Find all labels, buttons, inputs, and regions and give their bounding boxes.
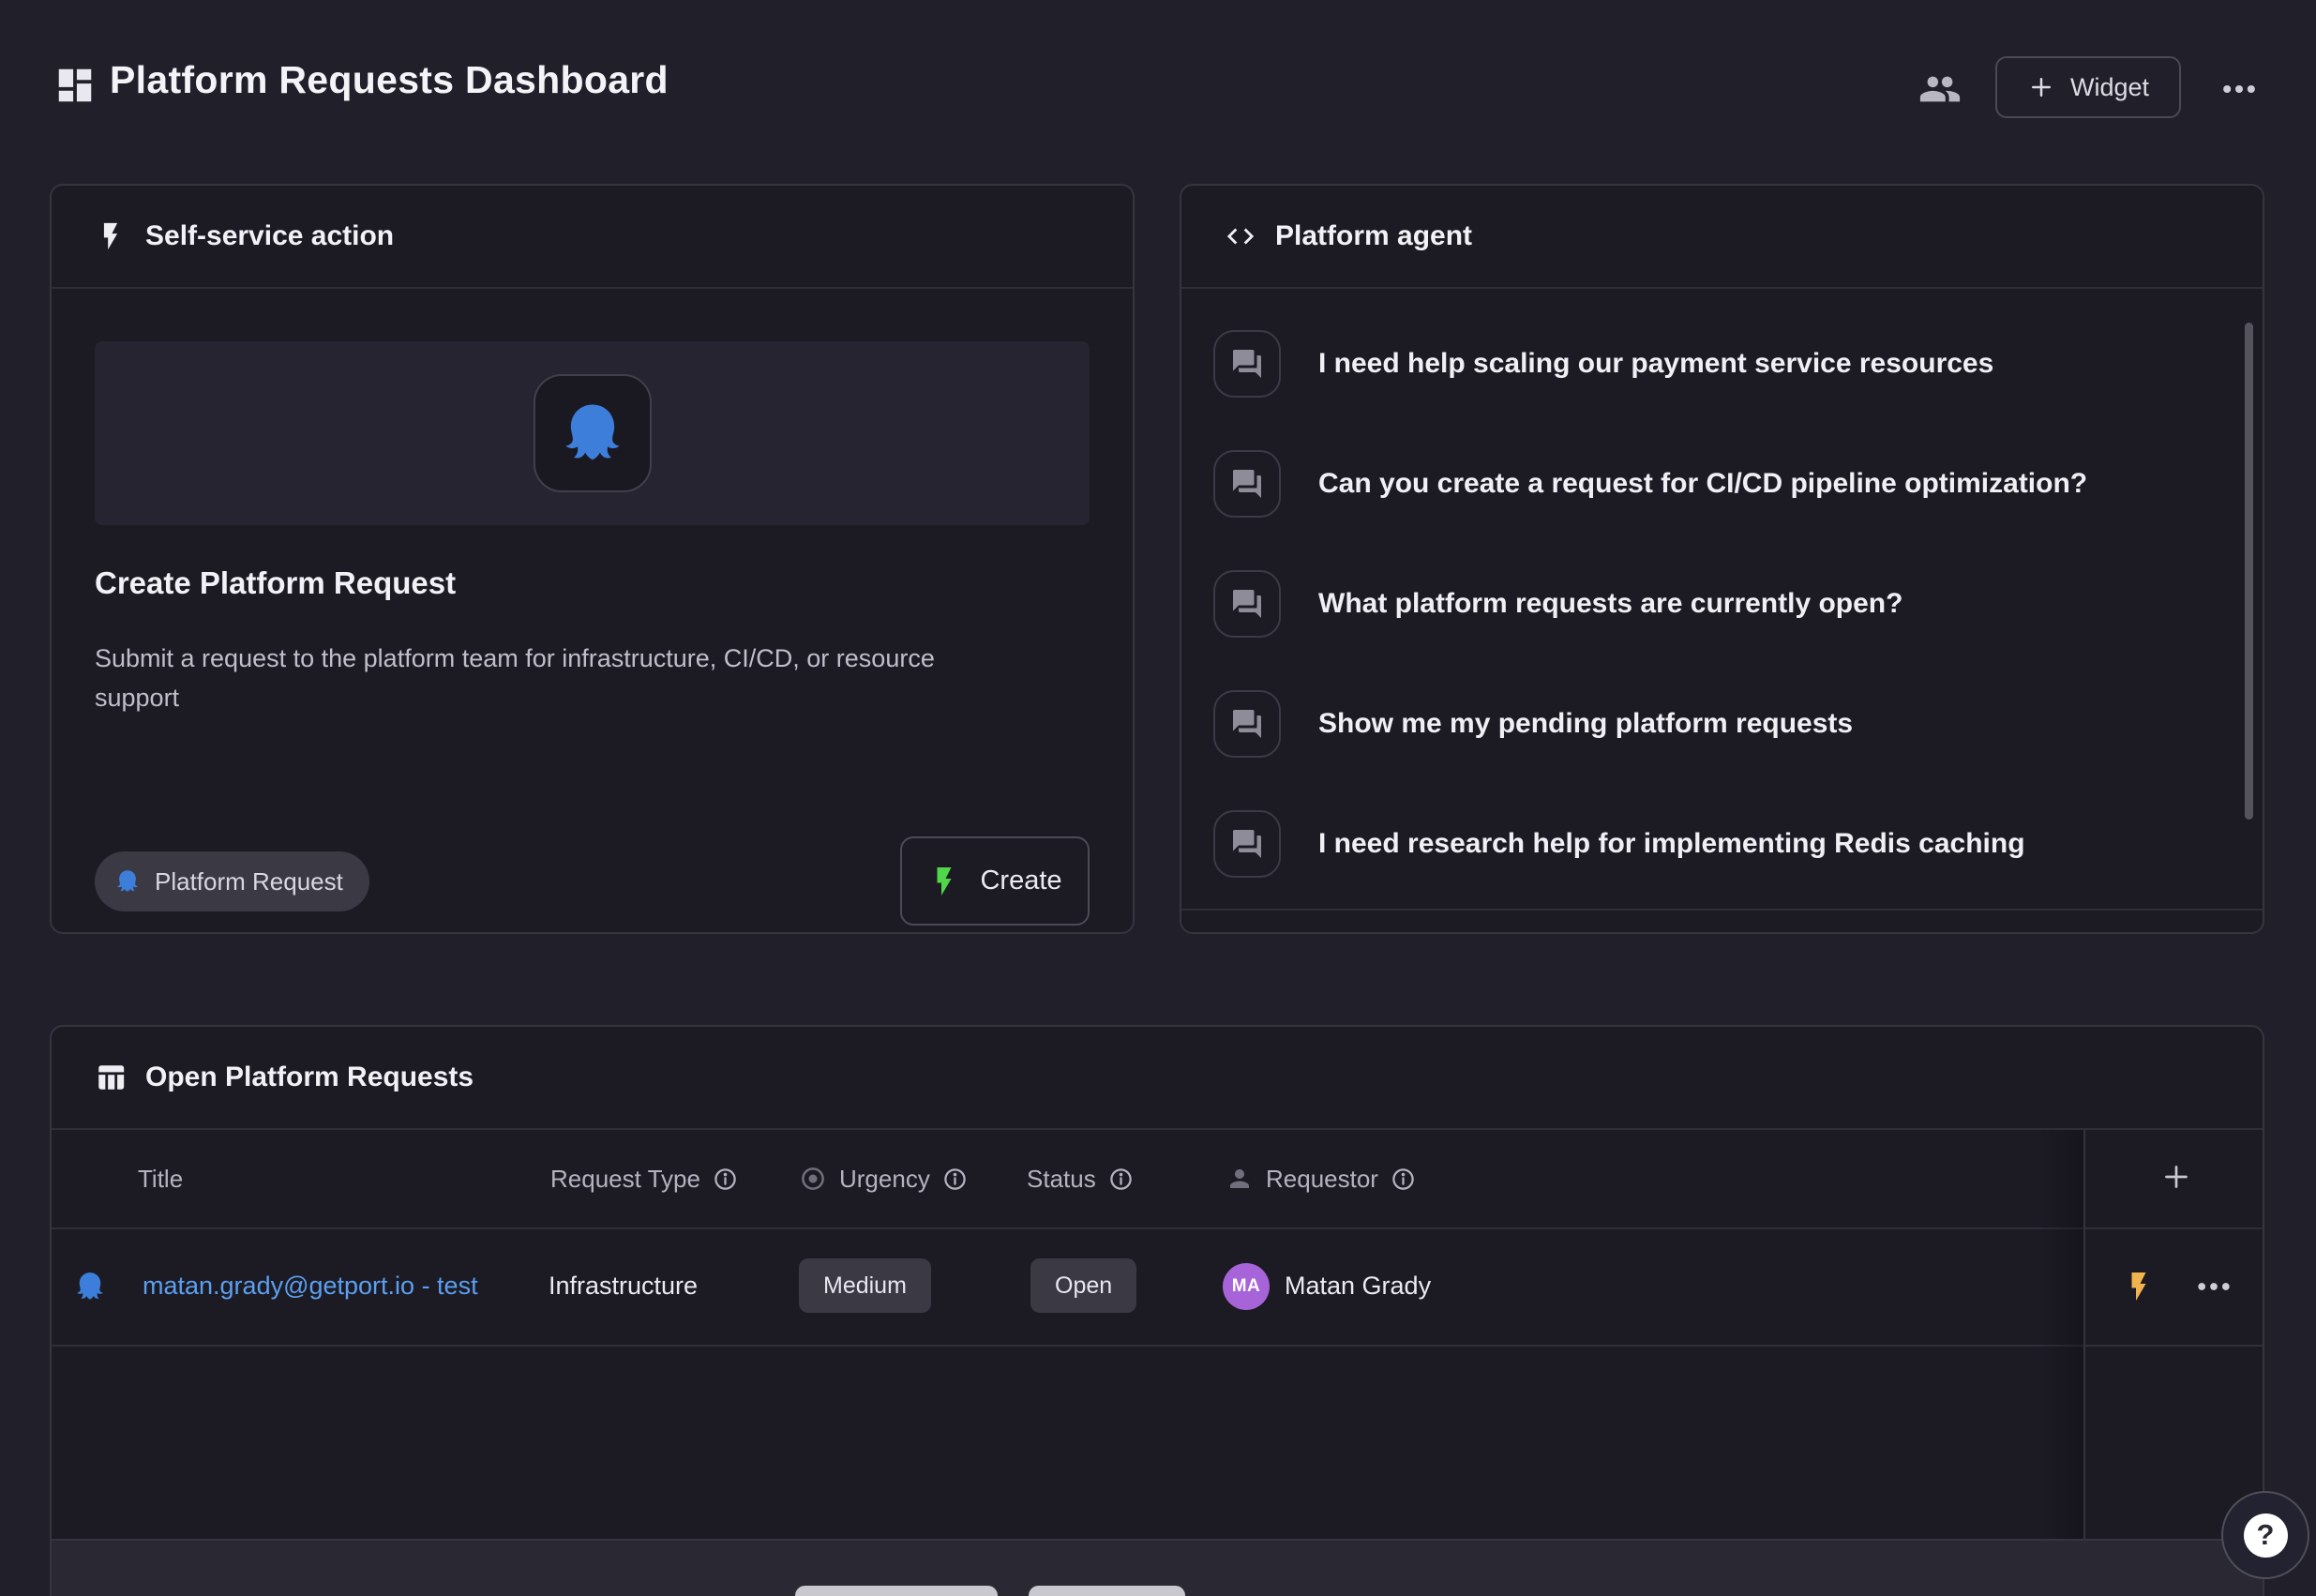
add-widget-label: Widget xyxy=(2070,73,2149,102)
platform-requests-dashboard: Platform Requests Dashboard Widget Self-… xyxy=(0,0,2316,1596)
action-title: Create Platform Request xyxy=(95,565,456,601)
vertical-scrollbar[interactable] xyxy=(2245,323,2253,820)
plus-icon xyxy=(2027,73,2055,101)
info-icon[interactable] xyxy=(1108,1167,1134,1192)
column-label: Request Type xyxy=(550,1165,700,1194)
agent-footer-divider xyxy=(1181,909,2263,911)
info-icon[interactable] xyxy=(1391,1167,1416,1192)
octopus-icon xyxy=(113,867,142,896)
request-title-link[interactable]: matan.grady@getport.io - test xyxy=(143,1227,478,1345)
chat-bubble-icon xyxy=(1213,570,1281,638)
chat-bubble-icon xyxy=(1213,690,1281,758)
suggestion-text: I need research help for implementing Re… xyxy=(1318,828,2025,860)
octopus-icon xyxy=(72,1227,108,1345)
status-badge: Open xyxy=(1030,1258,1136,1313)
agent-suggestion[interactable]: Show me my pending platform requests xyxy=(1213,690,2188,758)
dashboard-icon xyxy=(53,64,97,107)
horizontal-scrollbar[interactable] xyxy=(795,1586,998,1596)
agent-card-title: Platform agent xyxy=(1275,220,1472,252)
agent-suggestion[interactable]: I need help scaling our payment service … xyxy=(1213,330,2188,398)
column-header-urgency[interactable]: Urgency xyxy=(799,1130,968,1227)
create-button-label: Create xyxy=(980,866,1061,896)
avatar: MA xyxy=(1223,1263,1270,1310)
urgency-cell: Medium xyxy=(799,1258,931,1313)
column-header-requestor[interactable]: Requestor xyxy=(1226,1130,1416,1227)
column-label: Status xyxy=(1027,1165,1096,1194)
horizontal-scrollbar[interactable] xyxy=(1029,1586,1185,1596)
agent-suggestion[interactable]: Can you create a request for CI/CD pipel… xyxy=(1213,450,2188,518)
bolt-icon xyxy=(927,865,961,898)
table-row: matan.grady@getport.io - test Infrastruc… xyxy=(52,1227,2263,1345)
row-menu-icon[interactable] xyxy=(2193,1227,2242,1345)
create-button[interactable]: Create xyxy=(900,836,1090,926)
question-mark-icon: ? xyxy=(2244,1513,2288,1558)
self-service-card-header: Self-service action xyxy=(52,186,1133,289)
chat-bubble-icon xyxy=(1213,810,1281,878)
radio-icon xyxy=(799,1165,827,1193)
octopus-icon xyxy=(556,397,629,470)
plus-icon xyxy=(2159,1160,2193,1194)
action-description: Submit a request to the platform team fo… xyxy=(95,639,939,717)
info-icon[interactable] xyxy=(713,1167,738,1192)
more-options-icon[interactable] xyxy=(2209,69,2269,109)
self-service-card-title: Self-service action xyxy=(145,220,394,252)
column-label: Urgency xyxy=(839,1165,930,1194)
code-icon xyxy=(1225,220,1256,252)
column-label: Title xyxy=(138,1165,183,1194)
suggestion-text: What platform requests are currently ope… xyxy=(1318,588,1902,620)
actions-column-divider xyxy=(2083,1130,2085,1539)
table-footer xyxy=(52,1539,2263,1596)
suggestion-text: I need help scaling our payment service … xyxy=(1318,348,1993,380)
table-card-title: Open Platform Requests xyxy=(145,1061,474,1093)
urgency-badge: Medium xyxy=(799,1258,931,1313)
chip-label: Platform Request xyxy=(155,867,343,896)
open-platform-requests-card: Open Platform Requests Title Request Typ… xyxy=(50,1025,2264,1596)
info-icon[interactable] xyxy=(942,1167,968,1192)
chat-bubble-icon xyxy=(1213,450,1281,518)
person-icon xyxy=(1226,1165,1254,1193)
suggestion-text: Can you create a request for CI/CD pipel… xyxy=(1318,468,2087,500)
platform-agent-card: Platform agent I need help scaling our p… xyxy=(1180,184,2264,934)
add-column-button[interactable] xyxy=(2150,1151,2203,1203)
column-header-status[interactable]: Status xyxy=(1027,1130,1134,1227)
agent-card-header: Platform agent xyxy=(1181,186,2263,289)
page-title: Platform Requests Dashboard xyxy=(110,58,669,102)
people-icon[interactable] xyxy=(1918,68,1962,111)
suggestion-text: Show me my pending platform requests xyxy=(1318,708,1853,740)
agent-suggestion[interactable]: What platform requests are currently ope… xyxy=(1213,570,2188,638)
help-button[interactable]: ? xyxy=(2221,1491,2309,1579)
chat-bubble-icon xyxy=(1213,330,1281,398)
agent-suggestion[interactable]: I need research help for implementing Re… xyxy=(1213,810,2188,878)
column-header-title[interactable]: Title xyxy=(138,1130,183,1227)
table-card-header: Open Platform Requests xyxy=(52,1027,2263,1130)
action-banner xyxy=(95,341,1090,525)
request-type-value: Infrastructure xyxy=(549,1227,698,1345)
run-action-bolt-icon[interactable] xyxy=(2122,1227,2159,1345)
port-logo-tile xyxy=(534,374,652,492)
add-widget-button[interactable]: Widget xyxy=(1995,56,2181,118)
table-icon xyxy=(95,1061,127,1093)
self-service-action-card: Self-service action Create Platform Requ… xyxy=(50,184,1135,934)
column-header-request-type[interactable]: Request Type xyxy=(550,1130,738,1227)
row-divider xyxy=(52,1345,2263,1347)
platform-request-chip[interactable]: Platform Request xyxy=(95,851,369,911)
column-label: Requestor xyxy=(1266,1165,1378,1194)
bolt-icon xyxy=(95,220,127,252)
requestor-name: Matan Grady xyxy=(1285,1272,1431,1301)
requestor-cell: MA Matan Grady xyxy=(1223,1227,1431,1345)
status-cell: Open xyxy=(1030,1258,1136,1313)
